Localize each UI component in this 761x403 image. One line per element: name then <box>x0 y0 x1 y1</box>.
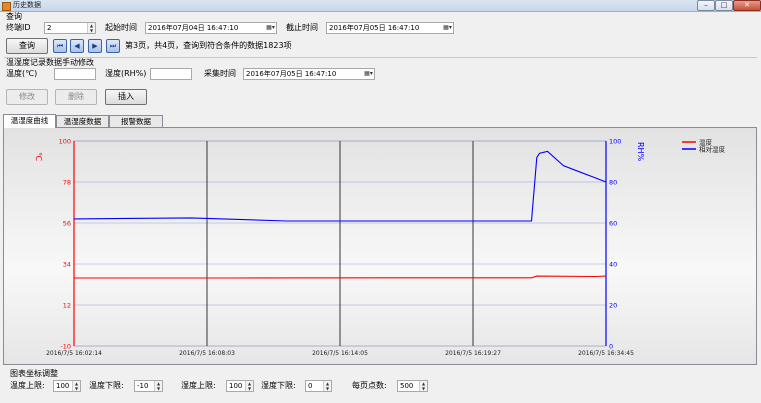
hum-upper-input[interactable]: 100 ▲ ▼ <box>226 380 254 392</box>
points-per-page-label: 每页点数: <box>352 381 387 390</box>
right-tick-label: 100 <box>609 138 621 146</box>
left-tick-label: 56 <box>63 220 71 228</box>
temp-humidity-chart: 10078563412-101008060402002016/7/5 16:02… <box>4 128 756 364</box>
right-tick-label: 20 <box>609 302 617 310</box>
humidity-input[interactable] <box>150 68 192 80</box>
tab-temp-humidity-data[interactable]: 温湿度数据 <box>56 115 109 127</box>
temperature-label: 温度(℃) <box>6 69 38 78</box>
x-tick-label: 2016/7/5 16:19:27 <box>445 350 501 357</box>
minimize-button[interactable]: – <box>697 0 715 11</box>
temp-lower-input[interactable]: -10 ▲ ▼ <box>134 380 163 392</box>
end-time-label: 截止时间 <box>286 23 318 32</box>
end-time-value: 2016年07月05日 16:47:10 <box>329 24 420 32</box>
insert-button[interactable]: 插入 <box>105 89 147 105</box>
chart-background <box>4 128 756 364</box>
hum-lower-value: 0 <box>308 382 313 390</box>
hum-lower-input[interactable]: 0 ▲ ▼ <box>305 380 332 392</box>
legend-label: 相对湿度 <box>699 145 726 154</box>
right-axis-label: RH% <box>636 142 645 162</box>
prev-page-icon[interactable]: ◀ <box>70 39 84 53</box>
temp-lower-label: 温度下限: <box>89 381 124 390</box>
left-tick-label: 34 <box>63 261 71 269</box>
tab-alarm-data[interactable]: 报警数据 <box>109 115 163 127</box>
left-tick-label: 12 <box>63 302 71 310</box>
hum-lower-label: 湿度下限: <box>261 381 296 390</box>
collect-time-value: 2016年07月05日 16:47:10 <box>246 70 337 78</box>
modify-button[interactable]: 修改 <box>6 89 48 105</box>
calendar-dropdown-icon[interactable]: ▦▾ <box>363 69 374 79</box>
app-icon <box>2 2 11 11</box>
points-per-page-value: 500 <box>400 382 414 390</box>
divider <box>4 57 757 58</box>
right-tick-label: 40 <box>609 261 617 269</box>
terminal-id-value: 2 <box>47 24 52 32</box>
last-page-icon[interactable]: ⏭ <box>106 39 120 53</box>
left-axis-label: ℃ <box>34 152 43 161</box>
points-per-page-spinner[interactable]: ▲ ▼ <box>419 381 427 391</box>
terminal-id-label: 终端ID <box>6 23 31 32</box>
right-tick-label: 80 <box>609 179 617 187</box>
hum-lower-spinner[interactable]: ▲ ▼ <box>323 381 331 391</box>
temp-lower-value: -10 <box>137 382 149 390</box>
delete-button[interactable]: 删除 <box>55 89 97 105</box>
x-tick-label: 2016/7/5 16:02:14 <box>46 350 102 357</box>
left-tick-label: 78 <box>63 179 71 187</box>
tab-temp-humidity-curve[interactable]: 温湿度曲线 <box>3 114 56 128</box>
end-time-picker[interactable]: 2016年07月05日 16:47:10 ▦▾ <box>326 22 454 34</box>
hum-upper-label: 湿度上限: <box>181 381 216 390</box>
page-info: 第3页，共4页，查询到符合条件的数据1823项 <box>125 41 292 50</box>
terminal-id-input[interactable]: 2 ▲ ▼ <box>44 22 96 34</box>
hum-upper-value: 100 <box>229 382 243 390</box>
x-tick-label: 2016/7/5 16:34:45 <box>578 350 634 357</box>
calendar-dropdown-icon[interactable]: ▦▾ <box>265 23 276 33</box>
x-tick-label: 2016/7/5 16:14:05 <box>312 350 368 357</box>
start-time-picker[interactable]: 2016年07月04日 16:47:10 ▦▾ <box>145 22 277 34</box>
start-time-value: 2016年07月04日 16:47:10 <box>148 24 239 32</box>
close-button[interactable]: ✕ <box>733 0 761 11</box>
title-bar: 历史数据 – □ ✕ <box>0 0 761 12</box>
first-page-icon[interactable]: ⏮ <box>53 39 67 53</box>
start-time-label: 起始时间 <box>105 23 137 32</box>
collect-time-label: 采集时间 <box>204 69 236 78</box>
maximize-button[interactable]: □ <box>715 0 733 11</box>
temp-upper-spinner[interactable]: ▲ ▼ <box>72 381 80 391</box>
hum-upper-spinner[interactable]: ▲ ▼ <box>245 381 253 391</box>
right-tick-label: 60 <box>609 220 617 228</box>
axis-settings-label: 图表坐标调整 <box>10 369 58 378</box>
temp-lower-spinner[interactable]: ▲ ▼ <box>154 381 162 391</box>
next-page-icon[interactable]: ▶ <box>88 39 102 53</box>
query-button[interactable]: 查询 <box>6 38 48 54</box>
collect-time-picker[interactable]: 2016年07月05日 16:47:10 ▦▾ <box>243 68 375 80</box>
temperature-input[interactable] <box>54 68 96 80</box>
window-title: 历史数据 <box>13 1 41 9</box>
humidity-label: 湿度(RH%) <box>105 69 147 78</box>
temp-upper-value: 100 <box>56 382 70 390</box>
terminal-id-spinner[interactable]: ▲ ▼ <box>87 23 95 33</box>
points-per-page-input[interactable]: 500 ▲ ▼ <box>397 380 428 392</box>
x-tick-label: 2016/7/5 16:08:03 <box>179 350 235 357</box>
temp-upper-label: 温度上限: <box>10 381 45 390</box>
temp-upper-input[interactable]: 100 ▲ ▼ <box>53 380 81 392</box>
calendar-dropdown-icon[interactable]: ▦▾ <box>442 23 453 33</box>
left-tick-label: 100 <box>59 138 71 146</box>
